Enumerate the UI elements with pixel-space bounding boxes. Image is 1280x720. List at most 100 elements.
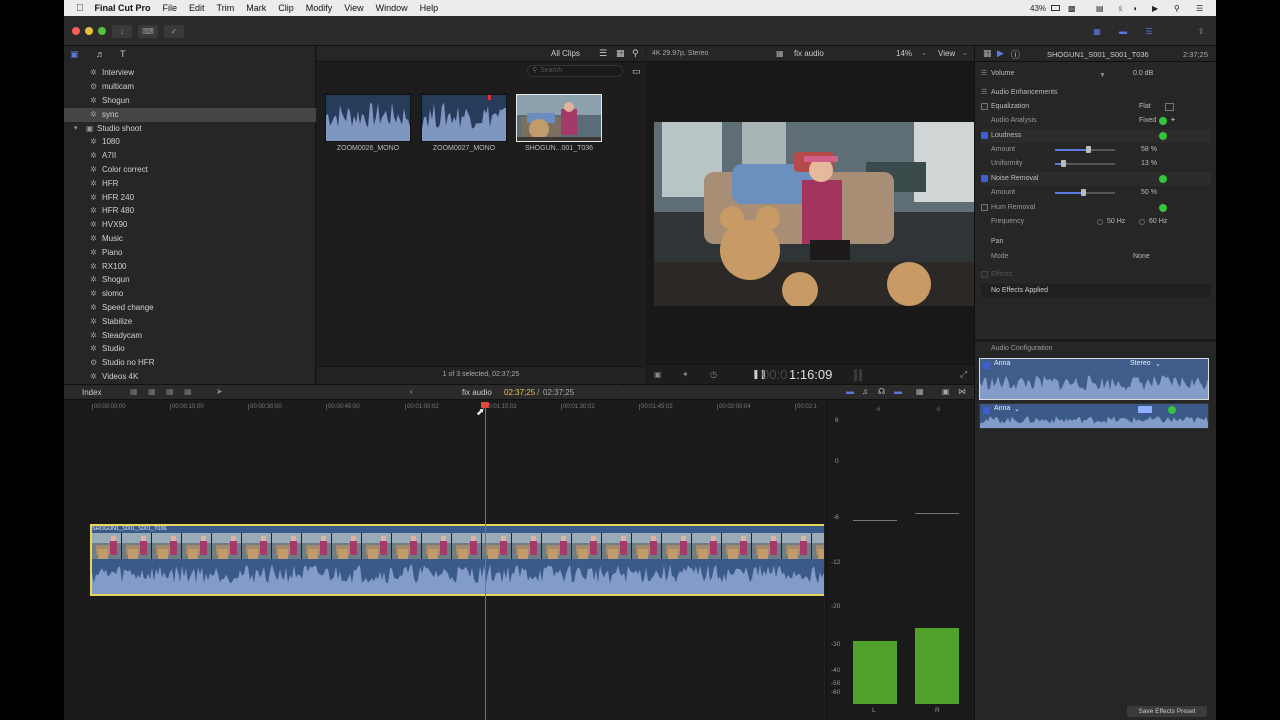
notification-center-icon[interactable]: ☰ — [1196, 0, 1203, 16]
timeline-layout-icon[interactable]: ▬ — [1112, 25, 1134, 38]
channel-checkbox[interactable] — [983, 362, 990, 369]
effects-browser-icon[interactable]: ▣ — [942, 387, 950, 396]
channel-type-popup[interactable]: Stereo — [1130, 360, 1151, 367]
browser-clip[interactable] — [421, 94, 507, 142]
sidebar-item-studio-shoot[interactable]: ▾ ▣ Studio shoot — [64, 122, 316, 136]
audio-channel-anna[interactable]: Anna ⌄ — [979, 403, 1209, 429]
insert-clip-icon[interactable]: ▦ — [148, 387, 156, 396]
menu-clip[interactable]: Clip — [278, 3, 294, 13]
audio-skimming-icon[interactable]: ♫ — [862, 387, 868, 396]
sidebar-item-videos-4k[interactable]: ✲ Videos 4K — [64, 370, 316, 384]
noise-amount-slider[interactable] — [1055, 189, 1115, 196]
pan-header[interactable]: Pan — [981, 235, 1211, 249]
sidebar-item-hfr-480[interactable]: ✲ HFR 480 — [64, 204, 316, 218]
sidebar-item-piano[interactable]: ✲ Piano — [64, 246, 316, 260]
battery-icon[interactable] — [1050, 0, 1060, 16]
inspector-divider[interactable] — [975, 339, 1216, 342]
hum-removal-checkbox[interactable] — [981, 204, 988, 211]
sidebar-item-stabilize[interactable]: ✲ Stabilize — [64, 315, 316, 329]
clip-appearance-icon[interactable]: ▦ — [916, 387, 924, 396]
fullscreen-icon[interactable]: ⤢ — [960, 369, 967, 380]
keywords-button[interactable]: ⌨ — [138, 25, 158, 38]
video-inspector-icon[interactable]: ▦ — [983, 48, 992, 59]
sidebar-item-music[interactable]: ✲ Music — [64, 232, 316, 246]
sidebar-item-shogun[interactable]: ✲ Shogun — [64, 273, 316, 287]
headphones-icon[interactable]: ☊ — [878, 387, 885, 396]
save-effects-preset-button[interactable]: Save Effects Preset — [1127, 706, 1207, 717]
loudness-amount-value[interactable]: 58 % — [1141, 143, 1157, 157]
browser-search-field[interactable]: ⚲ Search — [527, 65, 623, 77]
timeline[interactable]: 00:00:00;00 00:00:15;00 00:00:30;00 00:00:4… — [64, 400, 824, 720]
sidebar-item-shogun[interactable]: ✲ Shogun — [64, 94, 316, 108]
sidebar-item-multicam[interactable]: ⚙ multicam — [64, 80, 316, 94]
view-menu[interactable]: View — [938, 49, 955, 58]
close-window-button[interactable] — [72, 27, 80, 35]
photos-audio-tab-icon[interactable]: ♬ — [96, 49, 105, 59]
wifi-icon[interactable]: ◑ — [1132, 0, 1137, 16]
share-icon[interactable]: ⇧ — [1192, 25, 1210, 38]
retime-icon[interactable]: ◷ — [710, 370, 717, 379]
video-skimming-icon[interactable]: ▬ — [846, 387, 854, 396]
screen-mirror-icon[interactable]: ▤ — [1096, 0, 1104, 16]
volume-value[interactable]: 0.0 dB — [1133, 67, 1153, 81]
volume-slider-knob[interactable]: ▼ — [1099, 69, 1106, 83]
uniformity-value[interactable]: 13 % — [1141, 157, 1157, 171]
snapping-icon[interactable]: ▬ — [894, 387, 902, 396]
menu-mark[interactable]: Mark — [246, 3, 266, 13]
channel-checkbox[interactable] — [983, 407, 990, 414]
eq-graph-icon[interactable] — [1165, 103, 1174, 111]
overwrite-clip-icon[interactable]: ▦ — [184, 387, 192, 396]
filter-window-icon[interactable]: ▭ — [632, 66, 641, 77]
sidebar-item-color-correct[interactable]: ✲ Color correct — [64, 163, 316, 177]
app-menu[interactable]: Final Cut Pro — [95, 3, 151, 13]
minimize-window-button[interactable] — [85, 27, 93, 35]
sidebar-item-rx100[interactable]: ✲ RX100 — [64, 260, 316, 274]
browser-clip[interactable] — [325, 94, 411, 142]
timecode-display[interactable]: 1:16:09 — [789, 367, 832, 382]
chevron-down-icon[interactable]: ⌄ — [1014, 405, 1020, 413]
bluetooth-icon[interactable]: ᛟ — [1118, 0, 1128, 16]
select-tool-icon[interactable]: ➤ — [216, 387, 223, 396]
clip-appearance-icon[interactable]: ▦ — [616, 48, 625, 59]
zoom-menu[interactable]: 14% — [896, 49, 912, 58]
audio-enhancements-header[interactable]: ☰ Audio Enhancements — [981, 86, 1211, 100]
timeline-forward-icon[interactable]: › — [620, 387, 623, 396]
freq-60-radio[interactable] — [1139, 219, 1145, 225]
timeline-primary-clip[interactable]: SHOGUN1_S001_S001_T036 — [90, 524, 824, 596]
libraries-tab-icon[interactable]: ▣ — [70, 49, 79, 60]
info-inspector-icon[interactable]: ⓘ — [1011, 48, 1020, 61]
playhead[interactable] — [485, 403, 486, 720]
audio-channel-anna-stereo[interactable]: Anna Stereo ⌄ — [979, 358, 1209, 400]
noise-amount-value[interactable]: 50 % — [1141, 186, 1157, 200]
menu-help[interactable]: Help — [420, 3, 439, 13]
volume-icon[interactable]: ▶ — [1152, 0, 1158, 16]
background-tasks-button[interactable]: ✓ — [164, 25, 184, 38]
effects-checkbox[interactable] — [981, 271, 988, 278]
sidebar-item-speed-change[interactable]: ✲ Speed change — [64, 301, 316, 315]
sidebar-item-studio-no-hfr[interactable]: ⚙ Studio no HFR — [64, 356, 316, 370]
transform-icon[interactable]: ▣ — [654, 370, 662, 379]
inspector-layout-icon[interactable]: ☰ — [1138, 25, 1160, 38]
sidebar-item-sync[interactable]: ✲ sync — [64, 108, 316, 122]
apple-menu-icon[interactable]:  — [76, 3, 84, 14]
titles-generators-tab-icon[interactable]: T — [120, 49, 126, 59]
libraries-layout-icon[interactable]: ▦ — [1086, 25, 1108, 38]
sidebar-item-hfr-240[interactable]: ✲ HFR 240 — [64, 191, 316, 205]
effects-header[interactable]: Effects — [981, 268, 1211, 282]
uniformity-slider[interactable] — [1055, 160, 1115, 167]
sidebar-item-a7ii[interactable]: ✲ A7II — [64, 149, 316, 163]
disclosure-triangle-icon[interactable]: ▾ — [74, 122, 78, 136]
menu-trim[interactable]: Trim — [217, 3, 235, 13]
search-toggle-icon[interactable]: ⚲ — [632, 48, 639, 59]
freq-50-radio[interactable] — [1097, 219, 1103, 225]
chevron-down-icon[interactable]: ⌄ — [921, 49, 927, 57]
equalization-popup[interactable]: Flat — [1139, 100, 1151, 114]
transitions-browser-icon[interactable]: ⋈ — [958, 387, 966, 396]
menu-modify[interactable]: Modify — [306, 3, 333, 13]
browser-clip-selected[interactable] — [516, 94, 602, 142]
import-media-button[interactable]: ↓ — [112, 25, 132, 38]
timeline-back-icon[interactable]: ‹ — [410, 387, 413, 396]
enhancements-icon[interactable]: ✦ — [682, 370, 689, 379]
magic-wand-icon[interactable]: ✦ — [1170, 114, 1176, 128]
noise-removal-checkbox[interactable] — [981, 175, 988, 182]
